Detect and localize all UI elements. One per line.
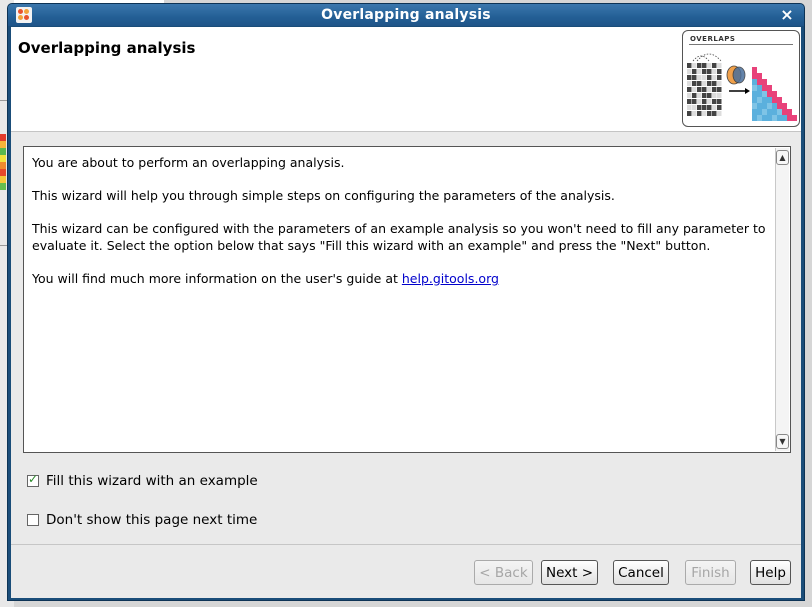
close-icon[interactable]: × [778,6,796,24]
help-text: You will find much more information on t… [32,271,402,286]
scroll-up-arrow-icon[interactable]: ▲ [776,150,789,165]
background-heatmap-cell [0,183,6,190]
description-text: You are about to perform an overlapping … [32,154,767,303]
help-paragraph: You will find much more information on t… [32,270,767,287]
background-heatmap-cell [0,162,6,169]
next-button[interactable]: Next > [541,560,598,585]
finish-button[interactable]: Finish [685,560,736,585]
dont-show-checkbox[interactable] [27,514,39,526]
background-heatmap-cell [0,176,6,183]
wizard-window: Overlapping analysis × Overlapping analy… [8,4,804,600]
dont-show-option[interactable]: Don't show this page next time [27,512,257,528]
dont-show-label[interactable]: Don't show this page next time [46,512,257,528]
wizard-header: Overlapping analysis OVERLAPS [11,27,801,132]
overlaps-logo: OVERLAPS [682,30,800,127]
back-button[interactable]: < Back [474,560,533,585]
help-link[interactable]: help.gitools.org [402,271,499,286]
checkmark-icon: ✓ [28,472,39,486]
intro-paragraph: You are about to perform an overlapping … [32,155,345,170]
background-heatmap-cell [0,134,6,141]
fill-example-option[interactable]: ✓ Fill this wizard with an example [27,472,258,489]
example-paragraph: This wizard can be configured with the p… [32,221,766,253]
help-button[interactable]: Help [750,560,791,585]
description-text-area[interactable]: You are about to perform an overlapping … [23,146,791,453]
background-heatmap-cell [0,141,6,148]
vertical-scrollbar[interactable]: ▲ ▼ [775,148,789,451]
background-heatmap-cell [0,148,6,155]
steps-paragraph: This wizard will help you through simple… [32,188,615,203]
background-heatmap-cell [0,169,6,176]
background-heatmap-cell [0,155,6,162]
fill-example-checkbox[interactable]: ✓ [27,472,39,487]
title-bar[interactable]: Overlapping analysis × [8,4,804,26]
window-title: Overlapping analysis [321,7,491,23]
overlaps-diagram [687,53,797,121]
wizard-content: Overlapping analysis OVERLAPS You are ab… [11,27,801,598]
footer-divider [11,544,801,545]
page-title: Overlapping analysis [18,39,196,57]
scroll-down-arrow-icon[interactable]: ▼ [776,434,789,449]
fill-example-label[interactable]: Fill this wizard with an example [46,473,258,489]
cancel-button[interactable]: Cancel [613,560,669,585]
